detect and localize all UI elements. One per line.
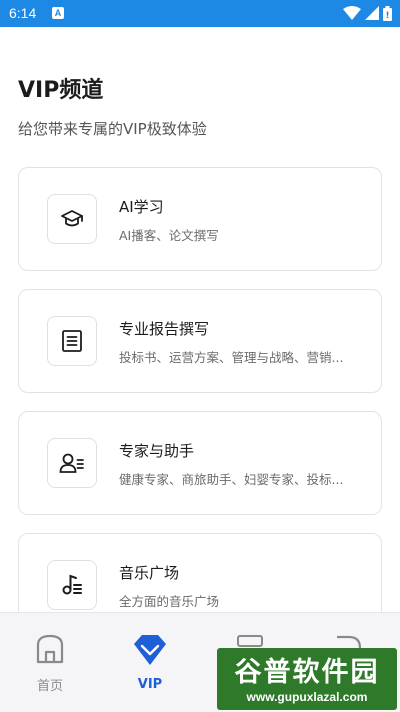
wifi-icon [343, 6, 361, 20]
page-subtitle: 给您带来专属的VIP极致体验 [18, 120, 207, 138]
card-experts-assistants[interactable]: 专家与助手 健康专家、商旅助手、妇婴专家、投标... [18, 411, 382, 515]
music-note-icon [47, 560, 97, 610]
signal-icon [365, 6, 379, 20]
status-time: 6:14 [9, 5, 37, 21]
watermark-title: 谷普软件园 [234, 657, 380, 688]
watermark: 谷普软件园 www.gupuxlazal.com [217, 648, 397, 710]
page-title: VIP频道 [18, 78, 104, 103]
card-title: 专家与助手 [119, 442, 195, 460]
nav-label-home: 首页 [36, 679, 63, 694]
watermark-url: www.gupuxlazal.com [246, 690, 368, 704]
status-bar: 6:14 A ! [0, 0, 400, 27]
graduation-cap-icon [47, 194, 97, 244]
card-report-writing[interactable]: 专业报告撰写 投标书、运营方案、管理与战略、营销... [18, 289, 382, 393]
card-title: 音乐广场 [119, 564, 180, 582]
nav-item-vip[interactable]: VIP [120, 633, 180, 692]
svg-text:!: ! [385, 11, 389, 21]
expert-user-icon [47, 438, 97, 488]
nav-item-home[interactable]: 首页 [20, 633, 80, 694]
card-title: 专业报告撰写 [119, 320, 210, 338]
nav-label-vip: VIP [137, 677, 163, 692]
vip-diamond-icon [134, 635, 166, 665]
card-description: 投标书、运营方案、管理与战略、营销... [119, 350, 344, 365]
home-icon [36, 634, 64, 664]
battery-icon: ! [383, 5, 392, 21]
document-list-icon [47, 316, 97, 366]
card-description: 健康专家、商旅助手、妇婴专家、投标... [119, 472, 344, 487]
notification-icon: A [52, 7, 64, 19]
card-ai-learning[interactable]: AI学习 AI播客、论文撰写 [18, 167, 382, 271]
card-description: AI播客、论文撰写 [119, 228, 219, 243]
status-icons: ! [343, 5, 392, 21]
card-title: AI学习 [119, 198, 164, 216]
card-description: 全方面的音乐广场 [119, 594, 220, 609]
